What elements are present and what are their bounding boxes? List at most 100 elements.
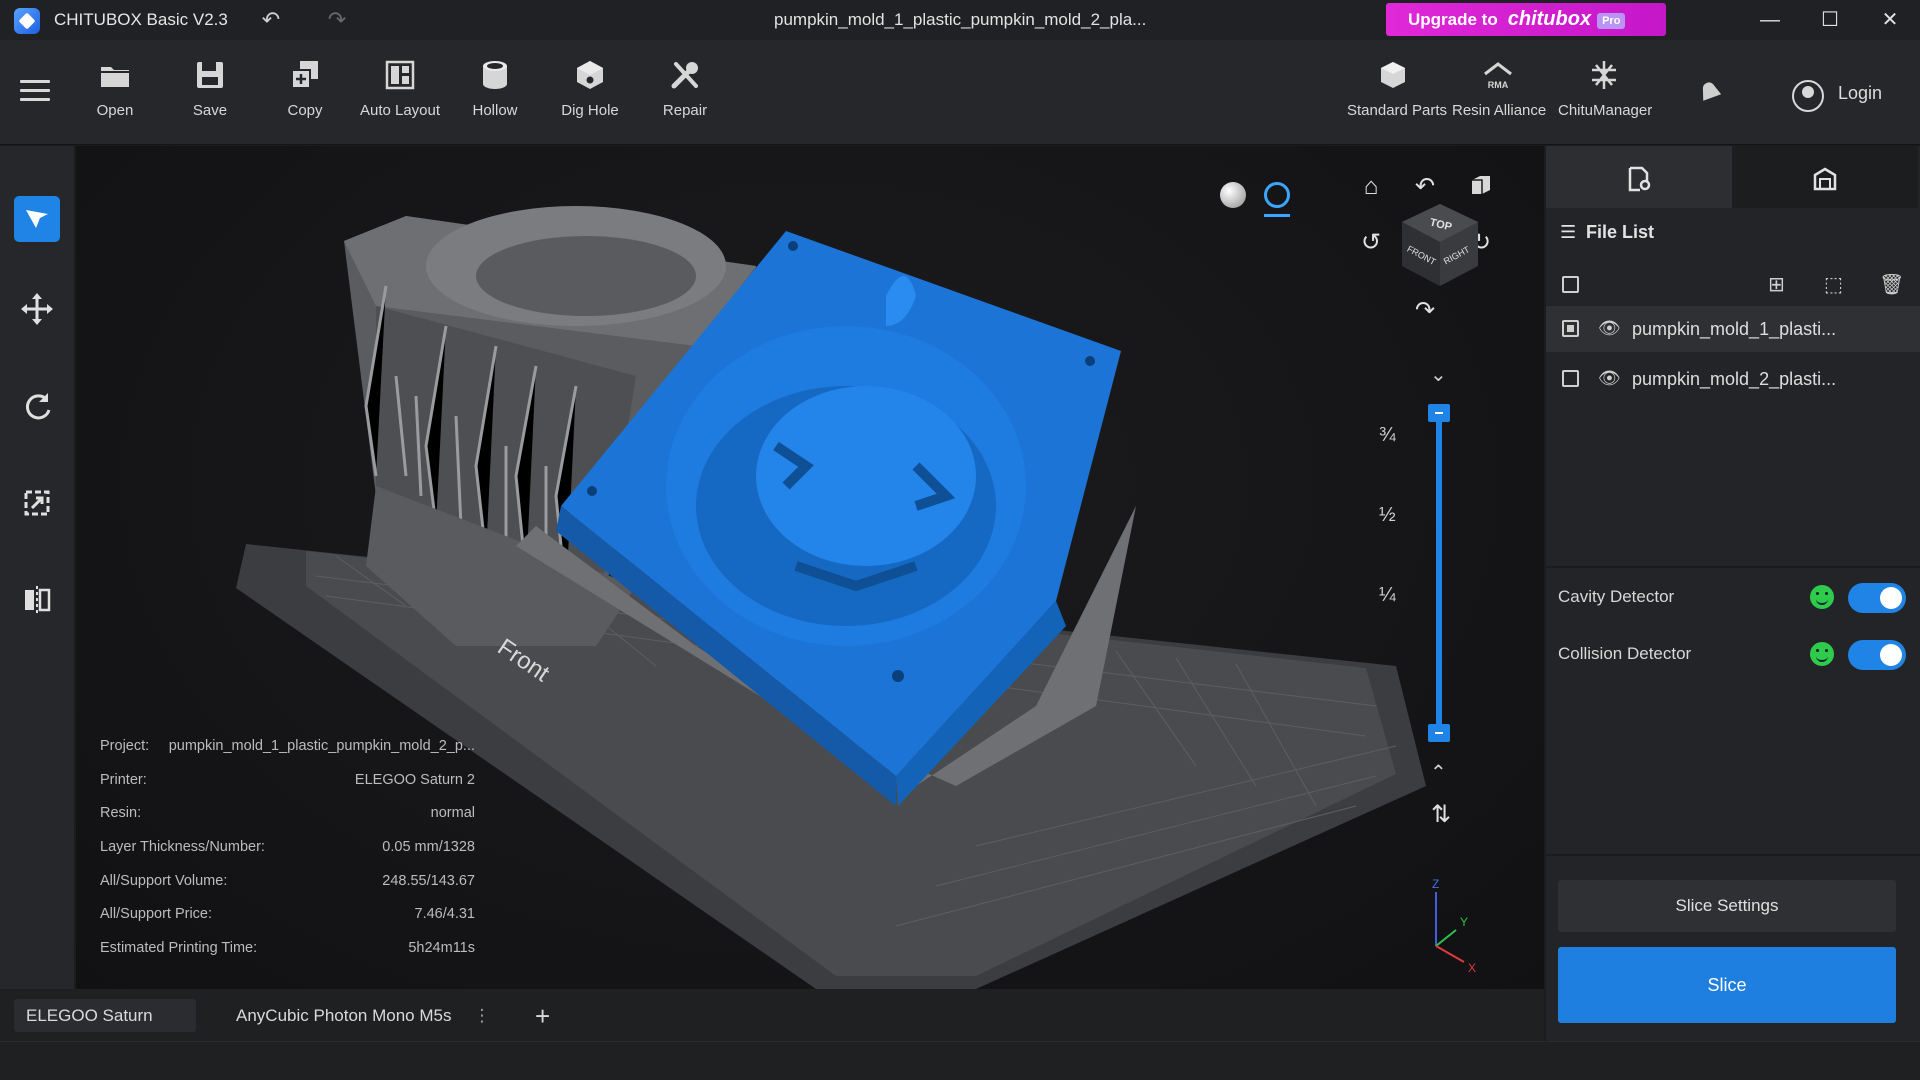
copy-label: Copy [287, 102, 323, 119]
slider-expand-icon[interactable]: ⌃ [1430, 760, 1447, 785]
add-file-icon[interactable]: ⊞ [1768, 272, 1785, 297]
file-checkbox[interactable] [1562, 370, 1579, 387]
select-all-checkbox[interactable] [1562, 276, 1579, 293]
file-name: pumpkin_mold_2_plasti... [1632, 369, 1837, 389]
notification-icon[interactable] [1695, 78, 1725, 108]
tab-platform[interactable] [1732, 146, 1918, 208]
axis-z-label: Z [1432, 877, 1439, 891]
hamburger-menu-icon[interactable] [20, 80, 50, 104]
collision-detector-toggle[interactable] [1848, 640, 1906, 670]
auto-layout-button[interactable]: Auto Layout [354, 58, 446, 138]
delete-icon[interactable]: 🗑 [1879, 272, 1904, 297]
slice-settings-button[interactable]: Slice Settings [1558, 880, 1896, 932]
standard-parts-icon [1376, 58, 1410, 92]
standard-parts-label: Standard Parts [1347, 102, 1448, 119]
auto-layout-icon [383, 58, 417, 92]
cavity-detector-toggle[interactable] [1848, 583, 1906, 613]
right-panel: ☰ File List ⊞ ⬚ 🗑 👁 pumpkin_mold_1_plasti… [1546, 146, 1920, 1041]
close-button[interactable]: ✕ [1870, 4, 1910, 36]
fraction-quarter: ¼ [1379, 584, 1396, 606]
info-row: All/Support Volume: 248.55/143.67 [100, 872, 475, 889]
redo-icon[interactable]: ↷ [322, 6, 352, 34]
scale-icon[interactable] [14, 480, 60, 526]
axis-y-label: Y [1460, 915, 1468, 929]
cavity-detector-label: Cavity Detector [1558, 587, 1675, 606]
undo-icon[interactable]: ↶ [256, 6, 286, 34]
repair-icon [668, 58, 702, 92]
fraction-half: ½ [1379, 504, 1396, 526]
main-toolbar: Open Save Copy Auto Layout Hollow Dig Ho… [0, 40, 1920, 145]
file-list-header: ☰ File List [1560, 222, 1655, 242]
xray-mode-icon[interactable] [1264, 182, 1290, 208]
save-icon [193, 58, 227, 92]
open-button[interactable]: Open [69, 58, 161, 138]
login-link[interactable]: Login [1838, 83, 1882, 104]
slider-collapse-icon[interactable]: ⌄ [1430, 362, 1447, 387]
more-options-icon[interactable]: ⋮ [473, 1006, 490, 1025]
layer-swap-icon[interactable]: ⇅ [1426, 800, 1456, 830]
visibility-eye-icon[interactable]: 👁 [1598, 368, 1621, 389]
standard-parts-button[interactable]: Standard Parts [1347, 58, 1448, 138]
user-avatar-icon[interactable] [1792, 80, 1824, 112]
title-bar: CHITUBOX Basic V2.3 ↶ ↷ pumpkin_mold_1_p… [0, 0, 1920, 40]
printer-tab-elegoo[interactable]: ELEGOO Saturn 2⋮ [14, 999, 196, 1058]
file-row[interactable]: 👁 pumpkin_mold_2_plasti... [1546, 356, 1920, 402]
status-ok-icon [1810, 585, 1834, 609]
rotate-left-icon[interactable]: ↺ [1356, 228, 1386, 258]
home-view-icon[interactable]: ⌂ [1356, 172, 1386, 202]
move-icon[interactable] [14, 286, 60, 332]
visibility-eye-icon[interactable]: 👁 [1598, 318, 1621, 339]
file-checkbox[interactable] [1562, 320, 1579, 337]
repair-button[interactable]: Repair [639, 58, 731, 138]
upgrade-prefix: Upgrade to [1408, 10, 1498, 29]
rotate-up-icon[interactable]: ↶ [1410, 172, 1440, 202]
layer-slider-top-handle[interactable] [1428, 404, 1450, 422]
resin-alliance-button[interactable]: RMA Resin Alliance [1452, 58, 1547, 138]
status-bar [0, 1041, 1920, 1080]
info-row: Layer Thickness/Number: 0.05 mm/1328 [100, 839, 475, 856]
perspective-cube-icon[interactable] [1466, 172, 1496, 202]
fraction-three-quarters: ¾ [1379, 424, 1396, 446]
arrange-icon[interactable]: ⬚ [1824, 272, 1843, 297]
render-mode-switch [1206, 174, 1306, 217]
list-icon: ☰ [1560, 222, 1577, 242]
axis-gizmo: Z Y X [1432, 877, 1476, 975]
document-title: pumpkin_mold_1_plastic_pumpkin_mold_2_pl… [774, 10, 1147, 29]
layer-slider-bottom-handle[interactable] [1428, 724, 1450, 742]
copy-button[interactable]: Copy [259, 58, 351, 138]
chitumanager-button[interactable]: ChituManager [1558, 58, 1652, 138]
slice-button[interactable]: Slice [1558, 947, 1896, 1023]
view-cube[interactable]: TOP FRONT RIGHT [1396, 200, 1486, 290]
add-printer-icon[interactable]: + [535, 1001, 550, 1032]
mirror-icon[interactable] [14, 577, 60, 623]
file-row[interactable]: 👁 pumpkin_mold_1_plasti... [1546, 306, 1920, 352]
chitubox-logo-icon [14, 8, 40, 34]
info-row: Project: pumpkin_mold_1_plastic_pumpkin_m… [100, 738, 475, 754]
rotate-down-icon[interactable]: ↷ [1410, 296, 1440, 326]
3d-viewport[interactable]: Front Project: pumpkin_mold_1_plastic_pum… [76, 146, 1544, 989]
printer-tab-anycubic[interactable]: AnyCubic Photon Mono M5s ⋮ [224, 999, 504, 1032]
open-label: Open [96, 102, 134, 119]
maximize-button[interactable]: ☐ [1810, 4, 1850, 36]
minimize-button[interactable]: — [1750, 4, 1790, 36]
hollow-button[interactable]: Hollow [449, 58, 541, 138]
cavity-detector-row: Cavity Detector [1558, 580, 1908, 614]
info-row: Printer: ELEGOO Saturn 2 [100, 771, 475, 788]
resin-alliance-label: Resin Alliance [1452, 102, 1547, 119]
repair-label: Repair [662, 102, 708, 119]
tab-file-settings[interactable] [1546, 146, 1732, 208]
layer-slider-track[interactable] [1436, 410, 1442, 736]
solid-mode-icon[interactable] [1220, 182, 1246, 208]
save-button[interactable]: Save [164, 58, 256, 138]
rotate-icon[interactable] [14, 383, 60, 429]
platform-icon [1813, 167, 1837, 191]
collision-detector-row: Collision Detector [1558, 637, 1908, 671]
select-icon[interactable] [14, 196, 60, 242]
status-ok-icon [1810, 642, 1834, 666]
file-settings-icon [1628, 166, 1651, 192]
upgrade-button[interactable]: Upgrade to chitubox Pro [1386, 3, 1666, 36]
dig-hole-button[interactable]: Dig Hole [544, 58, 636, 138]
upgrade-brand: chitubox [1507, 8, 1592, 30]
save-label: Save [192, 102, 228, 119]
collision-detector-label: Collision Detector [1558, 644, 1692, 663]
